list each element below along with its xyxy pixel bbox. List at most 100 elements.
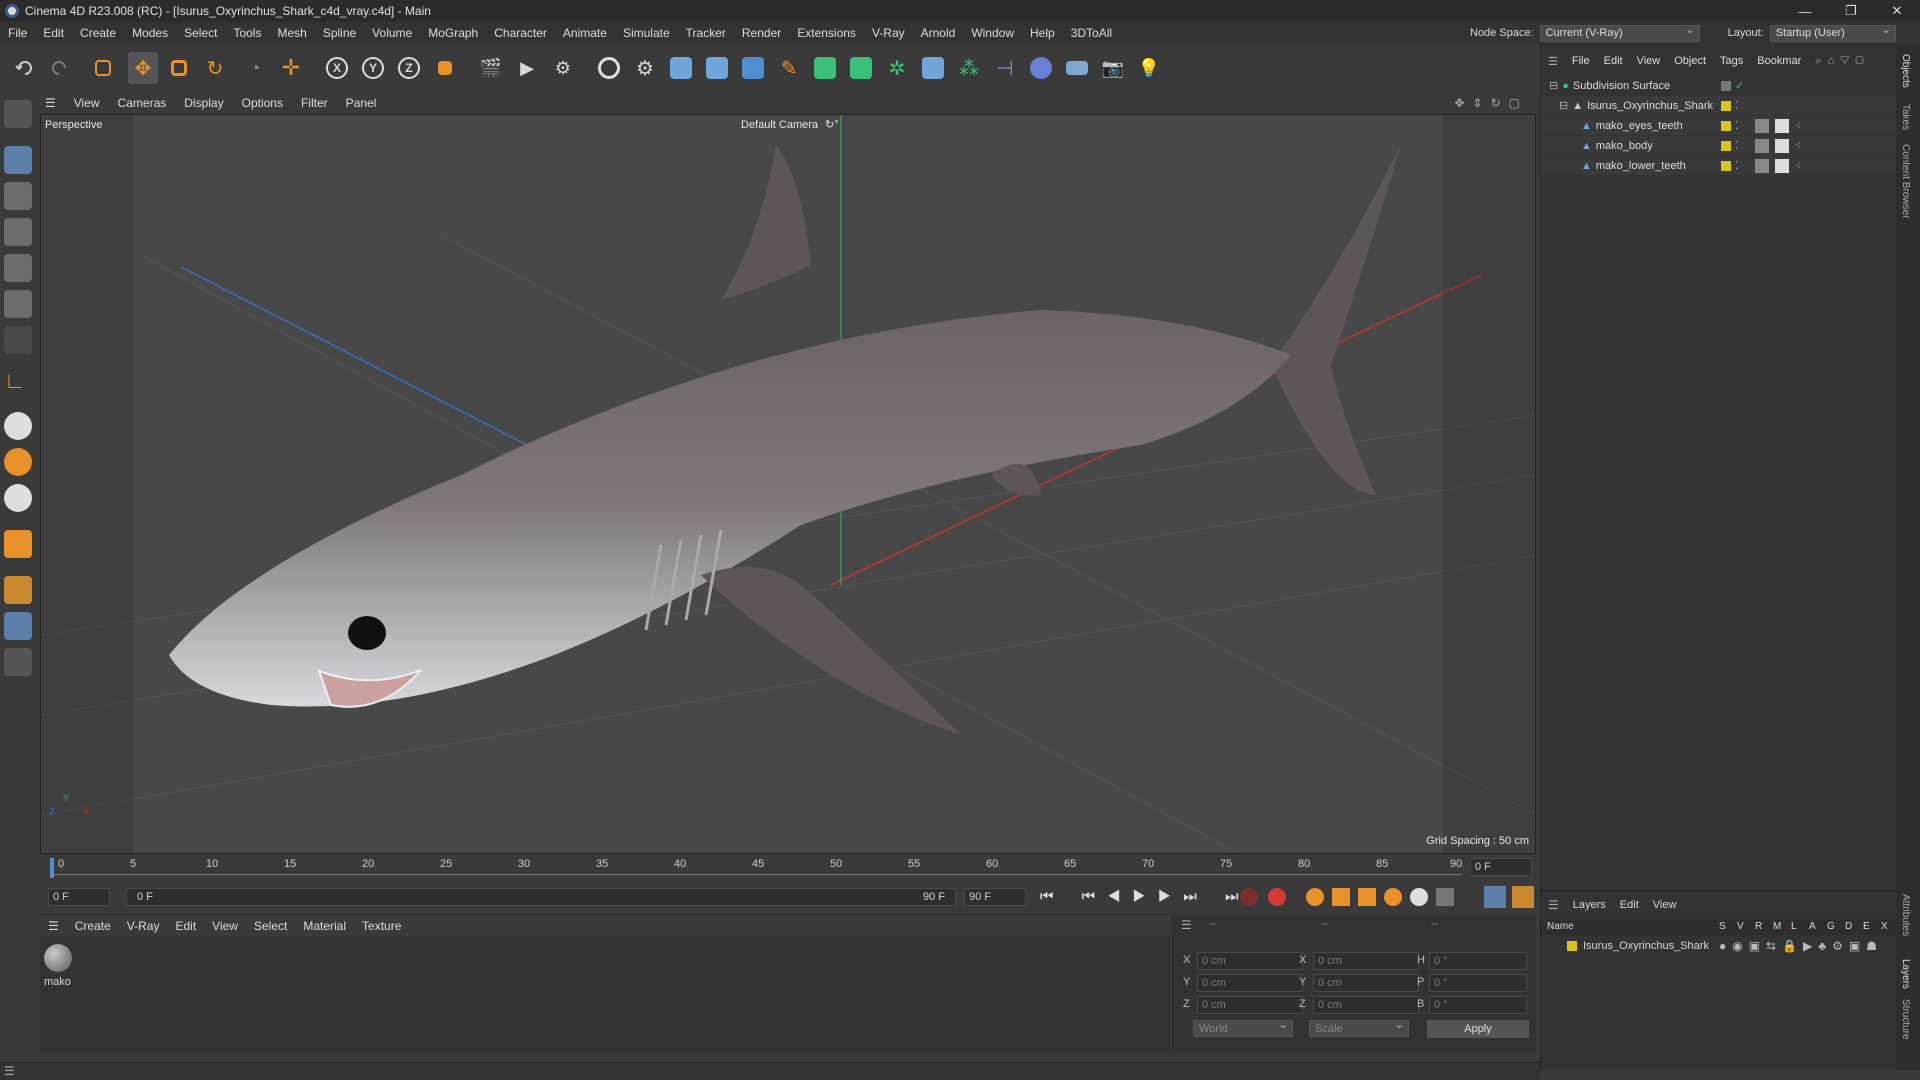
key-rotation-icon[interactable] bbox=[1384, 888, 1402, 906]
uvw-tag-icon[interactable]: ⁖ bbox=[1795, 139, 1801, 152]
menu-window[interactable]: Window bbox=[963, 26, 1022, 40]
visibility-dots-icon[interactable]: ⁚ bbox=[1735, 139, 1739, 152]
menu-volume[interactable]: Volume bbox=[364, 26, 420, 40]
menu-arnold[interactable]: Arnold bbox=[913, 26, 964, 40]
menu-tools[interactable]: Tools bbox=[225, 26, 269, 40]
keyframe-selection-icon[interactable] bbox=[1306, 888, 1324, 906]
material-menu-texture[interactable]: Texture bbox=[354, 919, 409, 933]
phong-tag-icon[interactable] bbox=[1755, 158, 1769, 173]
vray-icon[interactable] bbox=[594, 52, 624, 84]
phong-tag-icon[interactable] bbox=[1755, 138, 1769, 153]
object-row-shark[interactable]: ⊟ ▲ Isurus_Oxyrinchus_Shark ⁚ bbox=[1541, 96, 1897, 115]
material-menu-vray[interactable]: V-Ray bbox=[119, 919, 168, 933]
object-menu-bookmarks[interactable]: Bookmar bbox=[1750, 55, 1808, 67]
cube-icon[interactable] bbox=[738, 52, 768, 84]
coords-hamburger-icon[interactable]: ☰ bbox=[1181, 918, 1192, 932]
tab-attributes[interactable]: Attributes bbox=[1900, 894, 1911, 936]
python-icon[interactable] bbox=[666, 52, 696, 84]
floor-icon[interactable] bbox=[1062, 52, 1092, 84]
menu-file[interactable]: File bbox=[0, 26, 35, 40]
menu-edit[interactable]: Edit bbox=[35, 26, 72, 40]
uvw-tag-icon[interactable]: ⁖ bbox=[1795, 159, 1801, 172]
coordinate-system-icon[interactable] bbox=[430, 52, 460, 84]
points-mode-icon[interactable] bbox=[4, 218, 32, 246]
material-tag-icon[interactable] bbox=[1775, 118, 1789, 133]
material-area[interactable]: mako bbox=[40, 936, 1170, 1054]
rotation-p-field[interactable]: 0 ° bbox=[1429, 974, 1527, 992]
mograph-icon[interactable]: ✲ bbox=[882, 52, 912, 84]
layer-color-icon[interactable] bbox=[1721, 160, 1731, 171]
menu-spline[interactable]: Spline bbox=[315, 26, 364, 40]
position-y-field[interactable]: 0 cm bbox=[1197, 974, 1303, 992]
menu-create[interactable]: Create bbox=[72, 26, 124, 40]
object-menu-view[interactable]: View bbox=[1630, 55, 1668, 67]
snap-s-alt-icon[interactable] bbox=[4, 484, 32, 512]
render-picture-viewer-icon[interactable]: ▶ bbox=[512, 52, 542, 84]
locked-workplane-icon[interactable] bbox=[4, 648, 32, 676]
viewport-3d[interactable]: Perspective Default Camera ↻° Grid Spaci… bbox=[40, 114, 1536, 854]
edges-mode-icon[interactable] bbox=[4, 254, 32, 282]
cloner-icon[interactable]: ⁂ bbox=[954, 52, 984, 84]
rotation-b-field[interactable]: 0 ° bbox=[1429, 996, 1527, 1014]
menu-3dtoall[interactable]: 3DToAll bbox=[1063, 26, 1120, 40]
current-frame-field[interactable]: 0 F bbox=[1470, 858, 1532, 876]
bend-icon[interactable]: ⊣ bbox=[990, 52, 1020, 84]
material-menu-view[interactable]: View bbox=[204, 919, 246, 933]
layer-hamburger-icon[interactable]: ☰ bbox=[1541, 898, 1566, 912]
playback-controls[interactable]: ⏮ ⏮◀▶▶⏭ ⏭ bbox=[1040, 888, 1250, 905]
spline-icon[interactable] bbox=[1026, 52, 1056, 84]
subdivision-icon[interactable] bbox=[810, 52, 840, 84]
position-z-field[interactable]: 0 cm bbox=[1197, 996, 1303, 1014]
object-row-eyes-teeth[interactable]: ▲ mako_eyes_teeth ⁚ ⁖ bbox=[1541, 116, 1897, 135]
layer-col-d[interactable]: D bbox=[1845, 921, 1852, 932]
menu-render[interactable]: Render bbox=[734, 26, 789, 40]
motion-path-icon[interactable] bbox=[1484, 886, 1506, 908]
y-axis-lock-icon[interactable]: Y bbox=[358, 52, 388, 84]
rotation-h-field[interactable]: 0 ° bbox=[1429, 952, 1527, 970]
uv-mode-icon[interactable] bbox=[4, 326, 32, 354]
maximize-button[interactable]: ❐ bbox=[1828, 0, 1874, 22]
layer-menu-layers[interactable]: Layers bbox=[1566, 899, 1613, 911]
rotate-tool-icon[interactable]: ↻ bbox=[200, 52, 230, 84]
layer-color-icon[interactable] bbox=[1721, 120, 1731, 131]
tab-structure[interactable]: Structure bbox=[1900, 999, 1911, 1040]
menu-mesh[interactable]: Mesh bbox=[269, 26, 314, 40]
menu-extensions[interactable]: Extensions bbox=[789, 26, 864, 40]
apply-button[interactable]: Apply bbox=[1427, 1020, 1529, 1038]
frame-range-slider[interactable]: 0 F 90 F bbox=[126, 888, 956, 906]
viewport-nav-icons[interactable]: ✥⇕↻▢ bbox=[1454, 96, 1528, 110]
grid-icon[interactable] bbox=[4, 612, 32, 640]
uvw-tag-icon[interactable]: ⁖ bbox=[1795, 119, 1801, 132]
object-search-filter-icons[interactable]: ⌕⌂▽▢ bbox=[1808, 55, 1876, 68]
axis-mode-icon[interactable]: ∟ bbox=[4, 368, 32, 396]
render-settings-icon[interactable]: ⚙ bbox=[548, 52, 578, 84]
layer-col-e[interactable]: E bbox=[1863, 921, 1870, 932]
size-z-field[interactable]: 0 cm bbox=[1313, 996, 1419, 1014]
collapse-icon[interactable]: ⊟ bbox=[1559, 99, 1568, 112]
layer-menu-view[interactable]: View bbox=[1646, 899, 1684, 911]
viewport-menu-options[interactable]: Options bbox=[233, 96, 292, 110]
pen-icon[interactable]: ✎ bbox=[774, 52, 804, 84]
menu-help[interactable]: Help bbox=[1022, 26, 1063, 40]
object-menu-edit[interactable]: Edit bbox=[1597, 55, 1630, 67]
layer-col-a[interactable]: A bbox=[1809, 921, 1816, 932]
render-view-icon[interactable]: 🎬 bbox=[476, 52, 506, 84]
tab-content-browser[interactable]: Content Browser bbox=[1900, 144, 1911, 218]
material-menu-edit[interactable]: Edit bbox=[167, 919, 204, 933]
texture-mode-icon[interactable] bbox=[4, 182, 32, 210]
menu-character[interactable]: Character bbox=[486, 26, 555, 40]
viewport-menu-display[interactable]: Display bbox=[175, 96, 232, 110]
layer-col-m[interactable]: M bbox=[1773, 921, 1781, 932]
minimize-button[interactable]: — bbox=[1782, 0, 1828, 22]
redo-icon[interactable] bbox=[44, 52, 74, 84]
layer-menu-edit[interactable]: Edit bbox=[1613, 899, 1646, 911]
material-menu-material[interactable]: Material bbox=[295, 919, 354, 933]
menu-simulate[interactable]: Simulate bbox=[615, 26, 678, 40]
transform-tool-icon[interactable]: ✛ bbox=[276, 52, 306, 84]
layer-tag-icon[interactable] bbox=[1721, 80, 1731, 91]
layer-color-icon[interactable] bbox=[1721, 100, 1731, 111]
key-pla-icon[interactable] bbox=[1436, 888, 1454, 906]
size-y-field[interactable]: 0 cm bbox=[1313, 974, 1419, 992]
enabled-check-icon[interactable]: ✓ bbox=[1735, 79, 1744, 92]
position-x-field[interactable]: 0 cm bbox=[1197, 952, 1303, 970]
